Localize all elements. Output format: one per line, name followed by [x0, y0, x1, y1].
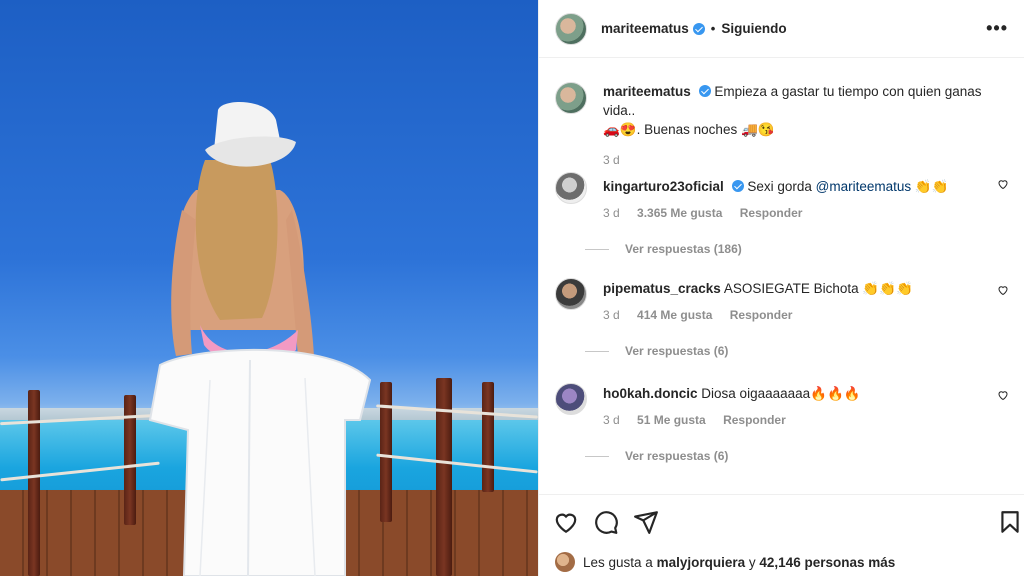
likes-middle: y [748, 554, 756, 570]
comment-likes[interactable]: 51 Me gusta [637, 413, 706, 427]
comment-likes[interactable]: 414 Me gusta [637, 308, 712, 322]
avatar[interactable] [555, 82, 587, 114]
comment-meta: 3 d 414 Me gusta Responder [603, 308, 1009, 322]
comment-time[interactable]: 3 d [603, 308, 620, 322]
caption-text-2: . Buenas noches [636, 122, 738, 137]
caption-emoji: 🚚😘 [740, 122, 775, 137]
action-bar [539, 494, 1024, 544]
heart-icon[interactable] [997, 284, 1009, 296]
comment-text: Diosa oigaaaaaaa [701, 386, 811, 401]
likes-user[interactable]: malyjorquiera [657, 555, 746, 570]
caption-emoji: 🚗😍 [603, 122, 637, 137]
post-photo[interactable] [0, 0, 538, 576]
likes-prefix: Les gusta a [583, 554, 653, 570]
heart-icon[interactable] [997, 389, 1009, 401]
avatar[interactable] [555, 12, 587, 45]
comment-meta: 3 d 3.365 Me gusta Responder [603, 206, 1009, 220]
caption-username[interactable]: mariteematus [603, 84, 691, 99]
heart-icon[interactable] [553, 509, 579, 535]
comment: ho0kah.doncic Diosa oigaaaaaaa🔥🔥🔥 3 d 51… [555, 383, 1009, 463]
avatar[interactable] [555, 383, 587, 415]
comment-icon[interactable] [593, 509, 619, 535]
more-options-icon[interactable]: ••• [986, 18, 1008, 39]
comment-emoji: 🔥🔥🔥 [810, 386, 861, 401]
comment: pipematus_cracks ASOSIEGATE Bichota 👏👏👏 … [555, 278, 1009, 358]
comment: kingarturo23oficial Sexi gorda @mariteem… [555, 172, 1009, 256]
view-replies-button[interactable]: Ver respuestas (186) [585, 242, 1009, 256]
view-replies-button[interactable]: Ver respuestas (6) [585, 344, 1009, 358]
verified-icon [692, 22, 705, 35]
share-icon[interactable] [633, 509, 659, 535]
post-username[interactable]: mariteematus [601, 21, 689, 36]
heart-icon[interactable] [997, 178, 1009, 190]
caption-meta: 3 d [603, 153, 1009, 167]
comment-text: Sexi gorda [747, 179, 816, 194]
likes-summary: Les gusta a malyjorquiera y 42,146 perso… [555, 552, 895, 572]
comment-emoji: 👏👏 [914, 179, 949, 194]
comment-meta: 3 d 51 Me gusta Responder [603, 413, 1009, 427]
verified-icon [698, 85, 711, 97]
reply-button[interactable]: Responder [740, 206, 803, 220]
avatar[interactable] [555, 552, 575, 572]
view-replies-button[interactable]: Ver respuestas (6) [585, 449, 1009, 463]
caption-time[interactable]: 3 d [603, 153, 620, 167]
avatar[interactable] [555, 172, 587, 204]
person-figure [148, 101, 372, 576]
separator-dot: • [710, 21, 716, 36]
post-panel: mariteematus • Siguiendo ••• mariteematu… [538, 0, 1024, 576]
avatar[interactable] [555, 278, 587, 310]
comment-username[interactable]: kingarturo23oficial [603, 179, 724, 194]
bookmark-icon[interactable] [997, 509, 1023, 535]
likes-count[interactable]: 42,146 personas más [759, 555, 895, 570]
comment-emoji: 👏👏👏 [862, 281, 913, 296]
follow-status-button[interactable]: Siguiendo [721, 21, 786, 36]
post-header: mariteematus • Siguiendo ••• [539, 0, 1024, 58]
reply-button[interactable]: Responder [723, 413, 786, 427]
comment-text: ASOSIEGATE Bichota [723, 281, 863, 296]
comment-time[interactable]: 3 d [603, 413, 620, 427]
reply-button[interactable]: Responder [730, 308, 793, 322]
comment-username[interactable]: ho0kah.doncic [603, 386, 698, 401]
comment-time[interactable]: 3 d [603, 206, 620, 220]
caption: mariteematus Empieza a gastar tu tiempo … [555, 82, 1009, 167]
comments-list[interactable]: mariteematus Empieza a gastar tu tiempo … [539, 59, 1024, 494]
comment-mention[interactable]: @mariteematus [816, 179, 911, 194]
comment-username[interactable]: pipematus_cracks [603, 281, 721, 296]
verified-icon [731, 180, 744, 192]
comment-likes[interactable]: 3.365 Me gusta [637, 206, 722, 220]
